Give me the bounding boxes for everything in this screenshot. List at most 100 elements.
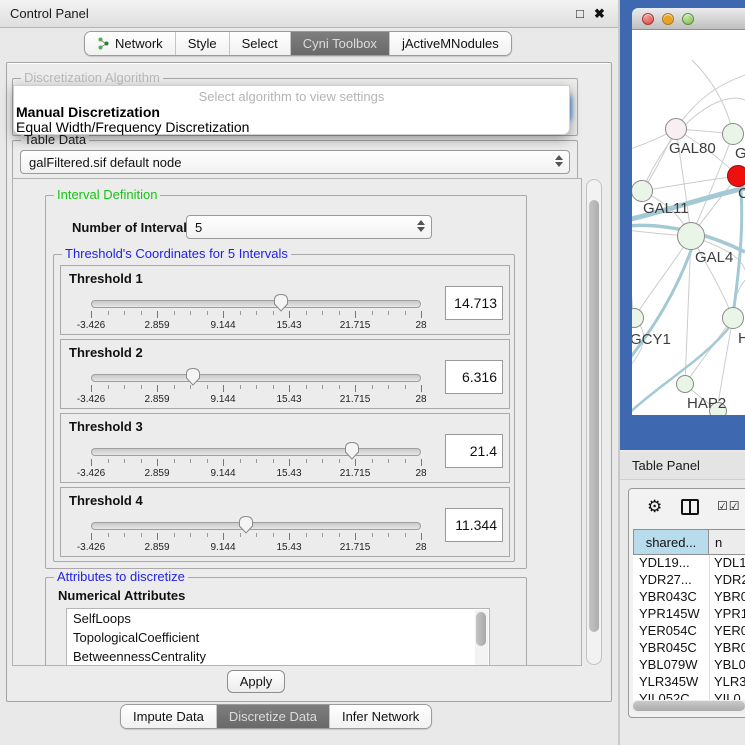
cell[interactable]: YBR0 [709,589,745,606]
network-canvas[interactable]: GAL80 G C GAL11 GAL4 GCY1 H HAP2 [632,30,745,415]
threshold-3-value[interactable]: 21.4 [445,434,503,468]
node-label: GAL4 [695,249,733,266]
menu-item-equal-width-frequency[interactable]: Equal Width/Frequency Discretization [16,119,249,135]
network-node[interactable] [632,180,653,202]
scrollbar-thumb[interactable] [633,701,745,711]
network-node[interactable] [722,307,744,329]
tab-jactivemnodules[interactable]: jActiveMNodules [390,32,511,55]
cell[interactable]: YBR0 [709,640,745,657]
table-header-row: shared... n [633,529,745,555]
attributes-scrollbar[interactable] [475,610,488,666]
network-node[interactable] [676,375,694,393]
threshold-1-value[interactable]: 14.713 [445,286,503,320]
threshold-4-value[interactable]: 11.344 [445,508,503,542]
cell[interactable]: YBL079W [633,657,709,674]
network-node[interactable] [722,123,744,145]
network-node[interactable] [665,118,687,140]
cell[interactable]: YER054C [633,623,709,640]
table-row[interactable]: YDL19...YDL1 [633,555,745,572]
tab-impute-data[interactable]: Impute Data [121,705,217,728]
cell[interactable]: YBR043C [633,589,709,606]
cell[interactable]: YDR2 [709,572,745,589]
algorithm-placeholder: Select algorithm to view settings [14,89,569,104]
threshold-4-slider[interactable]: -3.4262.8599.14415.4321.71528 [91,518,421,554]
table-row[interactable]: YBR043CYBR0 [633,589,745,606]
tab-discretize-data[interactable]: Discretize Data [217,705,330,728]
cell[interactable]: YDL1 [709,555,745,572]
close-icon[interactable]: ✖ [594,6,605,22]
attributes-group-title: Attributes to discretize [54,570,188,584]
network-window-titlebar[interactable] [632,8,745,30]
table-row[interactable]: YDR27...YDR2 [633,572,745,589]
cell[interactable]: YDR27... [633,572,709,589]
slider-track[interactable] [91,300,421,308]
cell[interactable]: YLR345W [633,674,709,691]
table-horizontal-scrollbar[interactable] [631,700,745,713]
thresholds-group: Threshold's Coordinates for 5 Intervals … [53,254,515,562]
gear-icon[interactable]: ⚙ [647,497,662,517]
list-item[interactable]: TopologicalCoefficient [67,628,489,647]
table-row[interactable]: YER054CYER0 [633,623,745,640]
tab-style[interactable]: Style [176,32,230,55]
slider-track[interactable] [91,522,421,530]
threshold-3-slider[interactable]: -3.4262.8599.14415.4321.71528 [91,444,421,480]
table-data-combobox[interactable]: galFiltered.sif default node [20,150,570,174]
column-header-shared[interactable]: shared... [633,529,709,555]
slider-thumb[interactable] [344,441,360,461]
cell[interactable]: YLR3 [709,674,745,691]
slider-track[interactable] [91,448,421,456]
network-node[interactable] [727,165,745,187]
top-tab-bar: Network Style Select Cyni Toolbox jActiv… [84,31,512,56]
num-intervals-combobox[interactable]: 5 [186,215,432,239]
settings-scrollbar[interactable] [586,179,602,665]
tab-select-label: Select [242,36,278,51]
combo-arrows-icon [555,155,563,167]
threshold-2-slider[interactable]: -3.4262.8599.14415.4321.71528 [91,370,421,406]
scrollbar-thumb[interactable] [589,200,599,632]
network-node[interactable] [677,222,705,250]
list-item[interactable]: BetweennessCentrality [67,647,489,666]
threshold-3-label: Threshold 3 [69,419,143,434]
close-traffic-light-icon[interactable] [642,13,654,25]
slider-thumb[interactable] [238,515,254,535]
cell[interactable]: YPR1 [709,606,745,623]
app-root: Control Panel □ ✖ Network Style Select [0,0,745,745]
tab-style-label: Style [188,36,217,51]
threshold-1-label: Threshold 1 [69,271,143,286]
slider-thumb[interactable] [273,293,289,313]
threshold-1-slider[interactable]: -3.4262.8599.14415.4321.71528 [91,296,421,332]
columns-icon[interactable] [681,499,699,515]
cell[interactable]: YER0 [709,623,745,640]
minimize-traffic-light-icon[interactable] [662,13,674,25]
cell[interactable]: YBR045C [633,640,709,657]
menu-item-manual-discretization[interactable]: Manual Discretization [16,104,160,120]
tab-select[interactable]: Select [230,32,291,55]
network-icon [97,37,110,50]
table-row[interactable]: YBR045CYBR0 [633,640,745,657]
table-panel-header: Table Panel [620,452,745,480]
zoom-traffic-light-icon[interactable] [682,13,694,25]
table-row[interactable]: YBL079WYBL0 [633,657,745,674]
column-header-name[interactable]: n [709,529,745,555]
float-window-icon[interactable]: □ [576,6,584,21]
list-item[interactable]: SelfLoops [67,609,489,628]
interval-definition-group: Interval Definition Number of Intervals … [45,195,527,569]
numerical-attributes-list[interactable]: SelfLoops TopologicalCoefficient Between… [66,608,490,666]
select-columns-icon[interactable]: ☑☑ [717,499,741,513]
tab-network-label: Network [115,36,163,51]
threshold-2-panel: Threshold 2 -3.4262.8599.14415.4321.7152… [60,339,510,409]
cell[interactable]: YBL0 [709,657,745,674]
table-row[interactable]: YPR145WYPR1 [633,606,745,623]
threshold-2-label: Threshold 2 [69,345,143,360]
cell[interactable]: YDL19... [633,555,709,572]
threshold-2-value[interactable]: 6.316 [445,360,503,394]
apply-button[interactable]: Apply [227,670,285,693]
tab-infer-network[interactable]: Infer Network [330,705,431,728]
tab-cyni-toolbox[interactable]: Cyni Toolbox [291,32,390,55]
num-intervals-value: 5 [195,220,202,235]
cell[interactable]: YPR145W [633,606,709,623]
table-row[interactable]: YLR345WYLR3 [633,674,745,691]
slider-thumb[interactable] [185,367,201,387]
tab-network[interactable]: Network [85,32,176,55]
slider-track[interactable] [91,374,421,382]
